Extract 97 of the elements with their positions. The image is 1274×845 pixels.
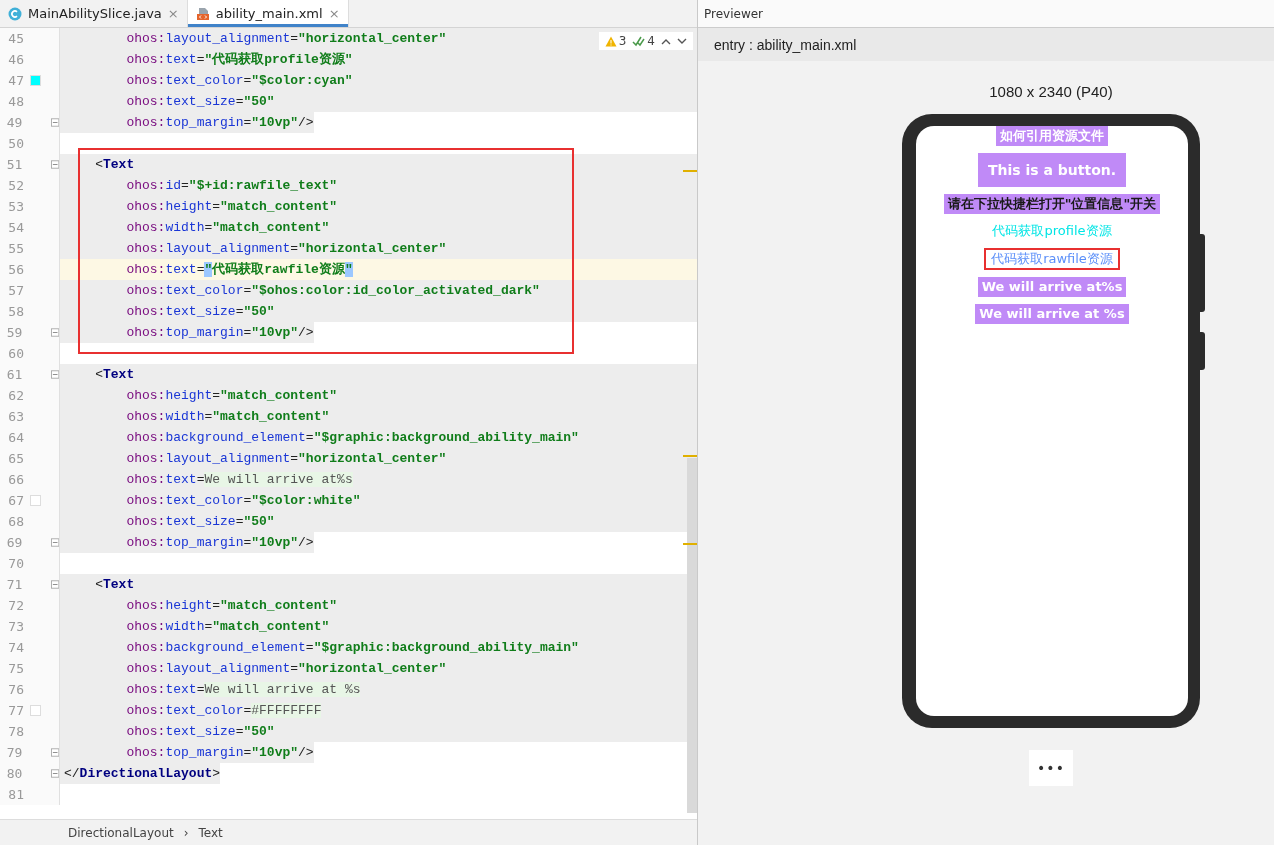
code-line: ohos:layout_alignment="horizontal_center" (125, 30, 447, 48)
line-number: 65 (7, 451, 24, 466)
fold-icon[interactable] (50, 580, 59, 589)
line-number: 81 (7, 787, 24, 802)
more-button[interactable]: ••• (1029, 750, 1073, 786)
preview-text: We will arrive at %s (975, 304, 1129, 324)
line-number: 52 (7, 178, 24, 193)
preview-text: 如何引用资源文件 (996, 126, 1108, 146)
line-number: 75 (7, 661, 24, 676)
warning-count: 3 (618, 34, 627, 48)
line-number: 64 (7, 430, 24, 445)
code-line: <Text (94, 576, 135, 594)
code-line: ohos:text="代码获取profile资源" (125, 51, 353, 69)
code-line: ohos:text="代码获取rawfile资源" (125, 261, 353, 279)
code-line: ohos:layout_alignment="horizontal_center" (125, 660, 447, 678)
line-number: 70 (7, 556, 24, 571)
line-number: 51 (5, 157, 23, 172)
preview-text: 请在下拉快捷栏打开"位置信息"开关 (943, 194, 1161, 214)
code-line: ohos:layout_alignment="horizontal_center" (125, 450, 447, 468)
code-line: <Text (94, 156, 135, 174)
breadcrumb-item[interactable]: Text (198, 825, 223, 840)
fold-icon[interactable] (50, 748, 59, 757)
line-number: 80 (5, 766, 23, 781)
double-check-icon[interactable] (632, 35, 646, 47)
code-line: ohos:text_size="50" (125, 723, 275, 741)
entry-label: entry : ability_main.xml (714, 36, 857, 53)
fold-icon[interactable] (50, 370, 59, 379)
code-line: ohos:background_element="$graphic:background_ability_main" (125, 429, 579, 447)
code-line: <Text (94, 366, 135, 384)
line-number: 54 (7, 220, 24, 235)
editor-tab[interactable]: MainAbilitySlice.java × (0, 0, 188, 27)
code-line: ohos:height="match_content" (125, 198, 338, 216)
code-line: ohos:background_element="$graphic:background_ability_main" (125, 639, 579, 657)
line-number: 49 (5, 115, 23, 130)
warning-icon[interactable] (604, 35, 617, 47)
panel-title: Previewer (704, 6, 764, 21)
fold-icon[interactable] (50, 328, 59, 337)
fold-icon[interactable] (50, 160, 59, 169)
code-line: ohos:text_color="$ohos:color:id_color_activated_dark" (125, 282, 540, 300)
line-number: 46 (7, 52, 24, 67)
code-line: ohos:text_color=#FFFFFFFF (125, 702, 322, 720)
code-line: ohos:height="match_content" (125, 597, 338, 615)
line-number: 60 (7, 346, 24, 361)
code-line: ohos:layout_alignment="horizontal_center" (125, 240, 447, 258)
code-line: ohos:text_color="$color:white" (125, 492, 361, 510)
check-count: 4 (647, 34, 655, 48)
chevron-down-icon[interactable] (677, 37, 687, 45)
line-number: 47 (7, 73, 24, 88)
class-icon (8, 6, 22, 21)
line-number: 69 (5, 535, 23, 550)
scrollbar[interactable] (687, 458, 697, 813)
line-number: 50 (7, 136, 24, 151)
line-number: 76 (7, 682, 24, 697)
line-number: 68 (7, 514, 24, 529)
fold-icon[interactable] (50, 538, 59, 547)
preview-text: We will arrive at%s (977, 277, 1127, 297)
line-number: 62 (7, 388, 24, 403)
preview-text: 代码获取profile资源 (991, 222, 1113, 240)
line-number: 79 (5, 745, 23, 760)
fold-icon[interactable] (50, 769, 59, 778)
line-number: 45 (7, 31, 24, 46)
line-number: 71 (5, 577, 23, 592)
editor-tab[interactable]: ability_main.xml × (187, 0, 349, 27)
code-line: ohos:text_size="50" (125, 93, 275, 111)
code-line: ohos:id="$+id:rawfile_text" (125, 177, 338, 195)
line-number: 78 (7, 724, 24, 739)
code-line: ohos:width="match_content" (125, 408, 330, 426)
code-line: ohos:text_size="50" (125, 513, 275, 531)
line-number: 58 (7, 304, 24, 319)
code-line: ohos:text_color="$color:cyan" (125, 72, 353, 90)
code-line: ohos:height="match_content" (125, 387, 338, 405)
line-number: 56 (7, 262, 24, 277)
line-number: 55 (7, 241, 24, 256)
line-number: 77 (7, 703, 24, 718)
line-number: 61 (5, 367, 23, 382)
code-line: ohos:width="match_content" (125, 618, 330, 636)
line-number: 57 (7, 283, 24, 298)
line-number: 73 (7, 619, 24, 634)
code-line: ohos:text_size="50" (125, 303, 275, 321)
code-line: ohos:text=We will arrive at %s (125, 681, 361, 699)
line-number: 59 (5, 325, 23, 340)
line-number: 66 (7, 472, 24, 487)
line-number: 72 (7, 598, 24, 613)
breadcrumb-separator: › (183, 825, 189, 840)
line-number: 67 (7, 493, 24, 508)
line-number: 48 (7, 94, 24, 109)
xml-file-icon (195, 6, 210, 21)
line-number: 63 (7, 409, 24, 424)
code-line: ohos:width="match_content" (125, 219, 330, 237)
fold-icon[interactable] (50, 118, 59, 127)
preview-text: 代码获取rawfile资源 (984, 248, 1120, 270)
device-label: 1080 x 2340 (P40) (989, 83, 1113, 100)
chevron-up-icon[interactable] (661, 37, 671, 45)
code-line: ohos:text=We will arrive at%s (125, 471, 353, 489)
breadcrumb-item[interactable]: DirectionalLayout (68, 825, 174, 840)
line-number: 74 (7, 640, 24, 655)
line-number: 53 (7, 199, 24, 214)
